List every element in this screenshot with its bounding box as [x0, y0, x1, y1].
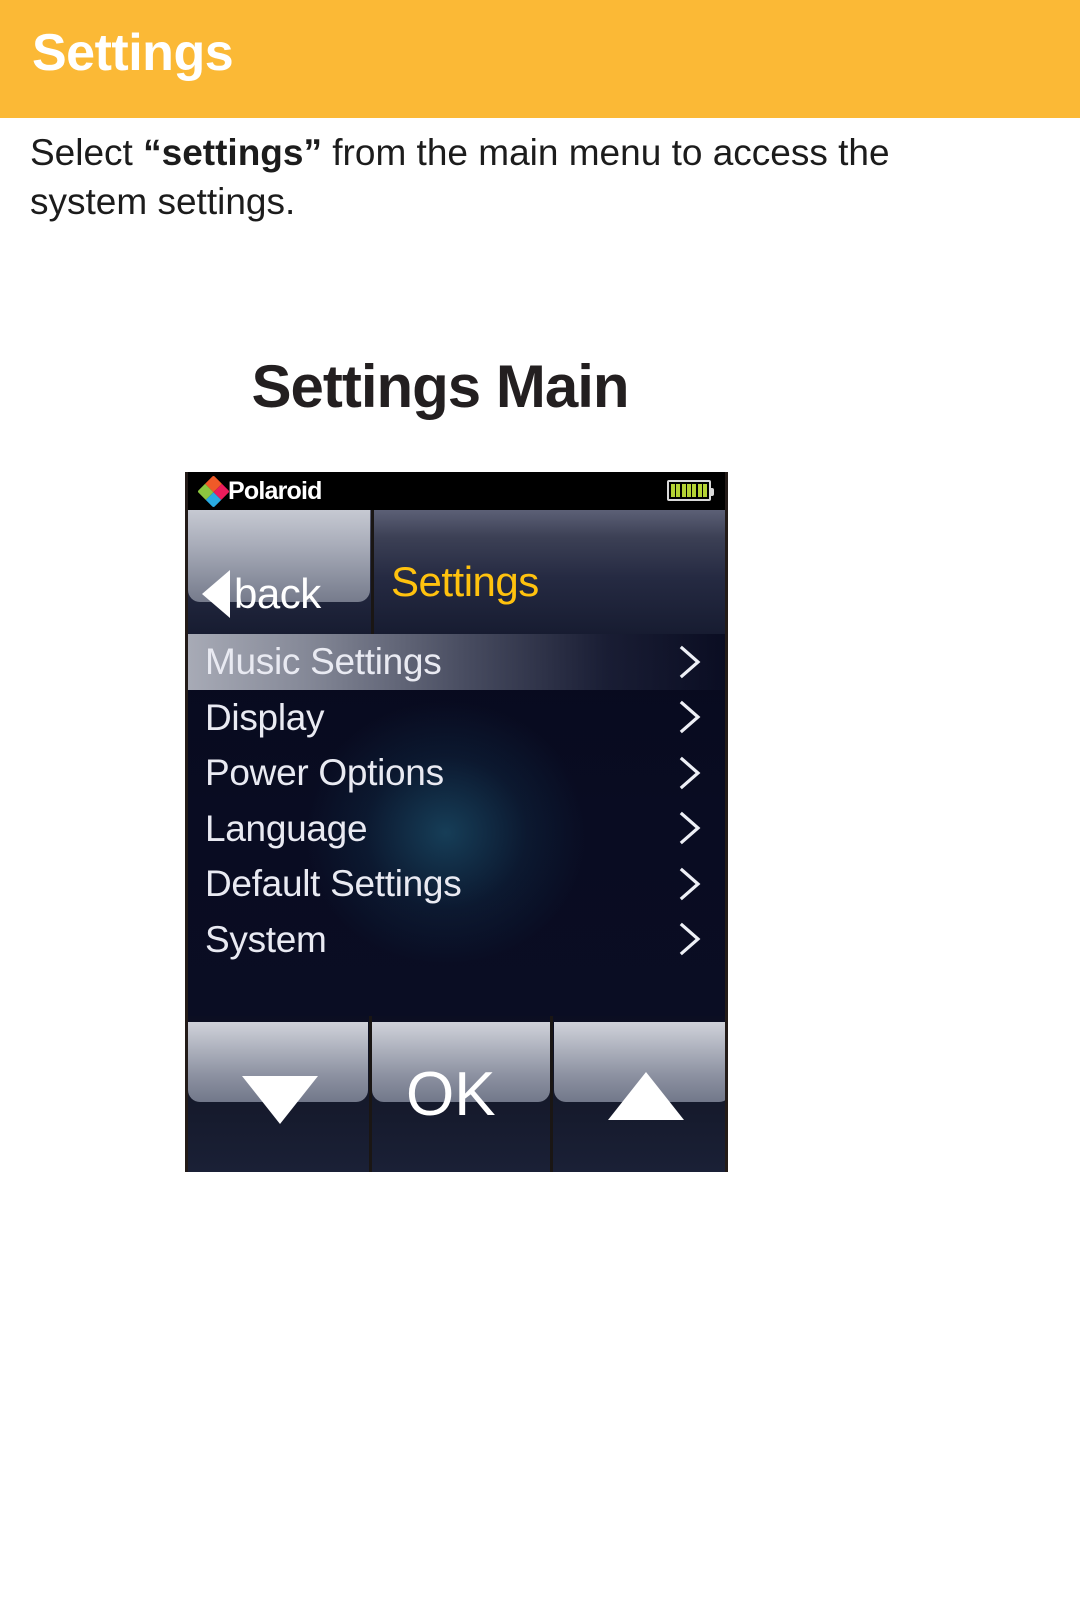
- chevron-right-icon: [677, 645, 703, 679]
- page-title: Settings: [32, 24, 234, 82]
- menu-item-power-options[interactable]: Power Options: [188, 745, 725, 801]
- chevron-right-icon: [677, 756, 703, 790]
- menu-item-language[interactable]: Language: [188, 801, 725, 857]
- menu-item-label: Language: [205, 807, 368, 849]
- device-status-bar: Polaroid: [188, 472, 725, 510]
- button-divider: [369, 1016, 372, 1172]
- back-button-content[interactable]: back: [202, 570, 321, 618]
- menu-item-label: Display: [205, 696, 325, 738]
- chevron-right-icon: [677, 811, 703, 845]
- brand-lockup: Polaroid: [197, 474, 322, 508]
- chevron-right-icon: [677, 922, 703, 956]
- button-divider: [550, 1016, 553, 1172]
- ok-button-label: OK: [406, 1060, 496, 1129]
- triangle-up-icon: [608, 1072, 684, 1120]
- brand-name: Polaroid: [228, 476, 322, 505]
- device-button-bar: OK: [188, 1016, 725, 1172]
- intro-paragraph: Select “settings” from the main menu to …: [30, 128, 910, 226]
- intro-emphasis: “settings”: [143, 132, 322, 173]
- nav-divider: [371, 510, 374, 634]
- nav-screen-title: Settings: [391, 558, 539, 605]
- back-button-label: back: [234, 570, 321, 617]
- battery-full-icon: [667, 480, 714, 501]
- intro-prefix: Select: [30, 132, 144, 173]
- menu-item-label: Default Settings: [205, 863, 462, 905]
- triangle-down-icon: [242, 1076, 318, 1124]
- left-triangle-icon: [202, 570, 230, 618]
- chevron-right-icon: [677, 700, 703, 734]
- menu-item-label: Music Settings: [205, 641, 442, 683]
- menu-item-label: System: [205, 918, 327, 960]
- polaroid-diamond-icon: [197, 474, 230, 508]
- menu-item-default-settings[interactable]: Default Settings: [188, 856, 725, 912]
- menu-item-label: Power Options: [205, 752, 444, 794]
- menu-item-music-settings[interactable]: Music Settings: [188, 634, 725, 690]
- figure-title: Settings Main: [251, 353, 629, 420]
- menu-item-system[interactable]: System: [188, 912, 725, 968]
- settings-menu-list: Music Settings Display Power Options Lan…: [188, 634, 725, 1016]
- menu-item-display[interactable]: Display: [188, 690, 725, 746]
- page-header-band: Settings: [0, 0, 1080, 118]
- chevron-right-icon: [677, 867, 703, 901]
- device-nav-bar: back Settings: [188, 510, 725, 634]
- device-screen: Polaroid back Settings Music Settings Di…: [185, 472, 728, 1172]
